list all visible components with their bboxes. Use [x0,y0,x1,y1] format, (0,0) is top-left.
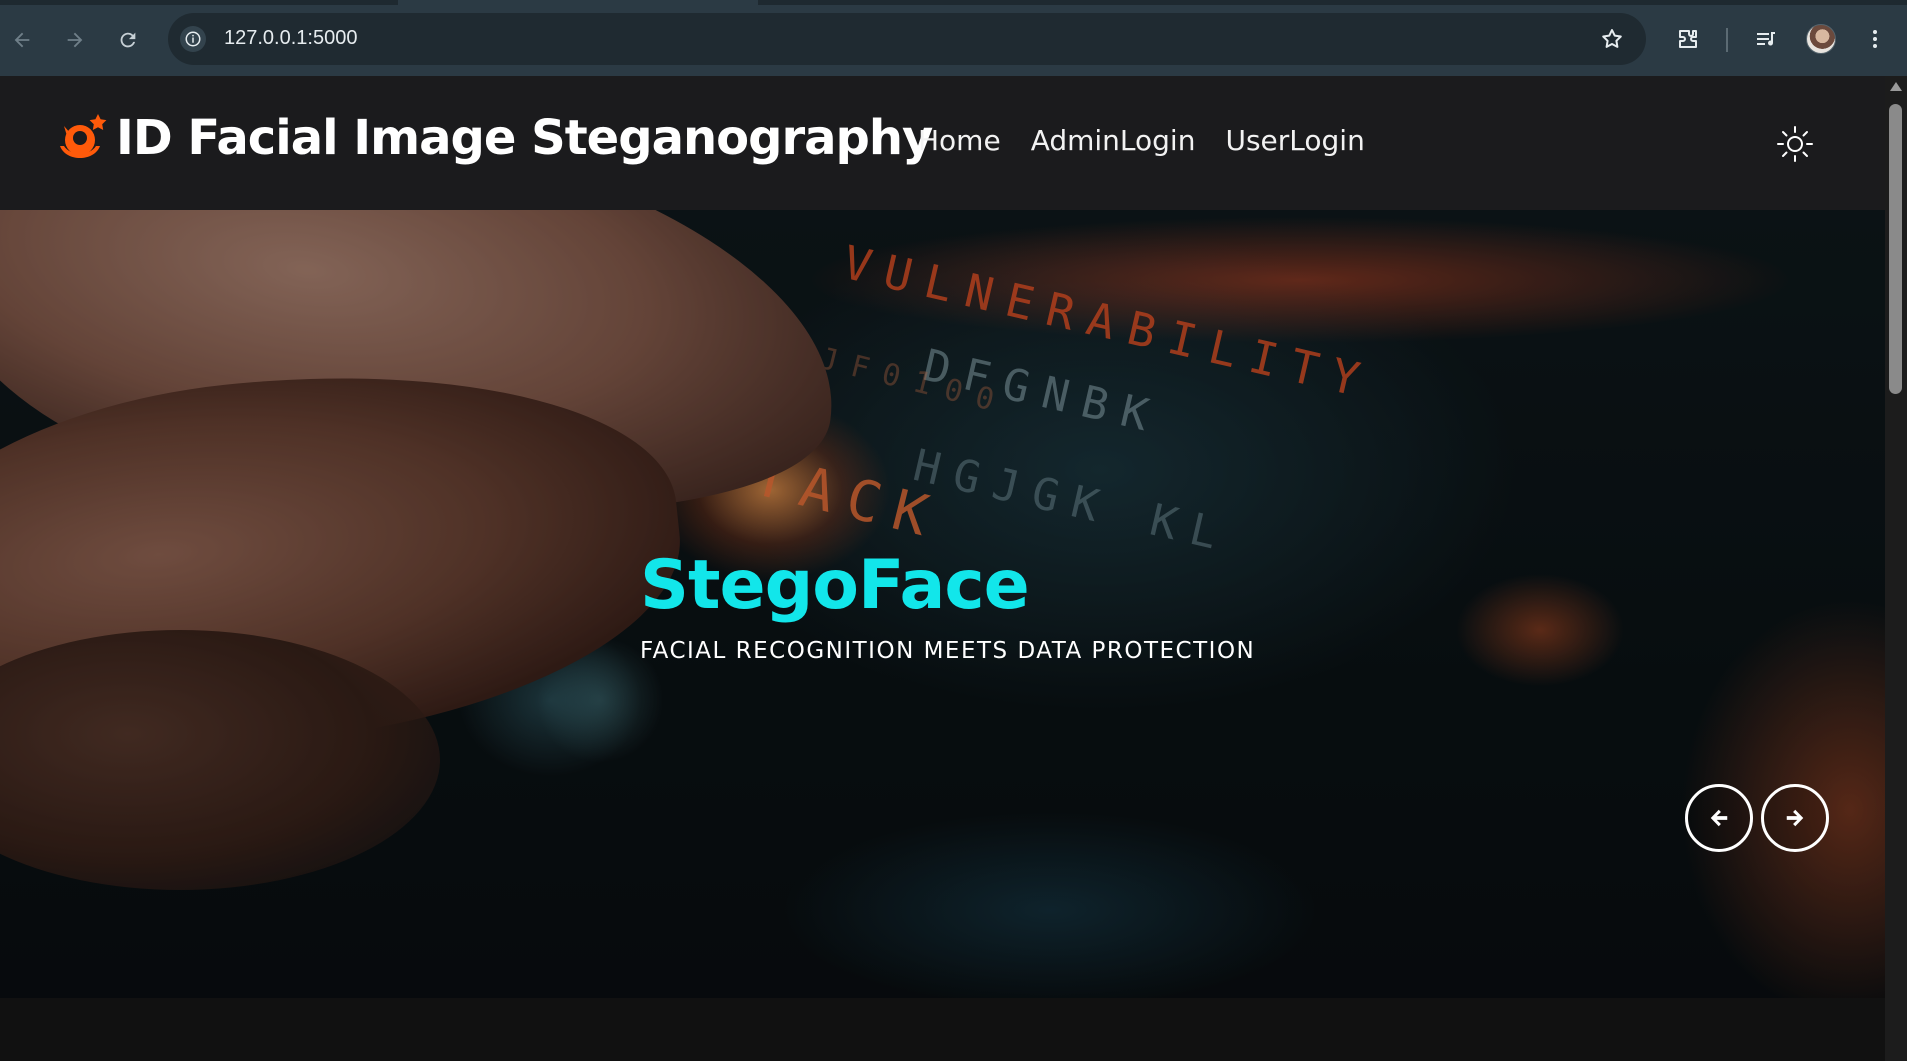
bookmark-button[interactable] [1600,27,1624,55]
site-header: ID Facial Image Steganography Home Admin… [0,76,1885,210]
arrow-right-icon [1786,809,1804,827]
site-info-icon [185,31,201,47]
kebab-menu-icon [1873,30,1877,48]
brand-title: ID Facial Image Steganography [116,110,933,166]
nav-adminlogin-link[interactable]: AdminLogin [1031,124,1196,157]
hero-subtitle: FACIAL RECOGNITION MEETS DATA PROTECTION [640,638,1256,664]
address-bar[interactable]: 127.0.0.1:5000 [168,13,1646,65]
forward-arrow-icon [67,32,83,48]
media-controls-button[interactable] [1749,22,1783,56]
arrow-left-icon [1710,809,1728,827]
forward-button[interactable] [57,22,93,58]
theme-toggle-button[interactable] [1775,124,1815,164]
face-star-logo-icon [60,114,107,158]
site-info-button[interactable] [180,26,206,52]
nav-userlogin-link[interactable]: UserLogin [1225,124,1364,157]
media-controls-icon [1757,32,1775,46]
main-nav: Home AdminLogin UserLogin [918,124,1365,157]
page-viewport: ID Facial Image Steganography Home Admin… [0,76,1885,1061]
brand[interactable]: ID Facial Image Steganography [58,110,933,166]
url-text[interactable]: 127.0.0.1:5000 [224,27,357,50]
browser-chrome: 127.0.0.1:5000 [0,0,1907,76]
carousel-next-button[interactable] [1761,784,1829,852]
hero-title: StegoFace [640,546,1030,625]
page-section-below [0,998,1885,1061]
tab-strip-edge [758,0,1907,5]
bookmark-star-icon [1602,29,1622,48]
carousel-prev-button[interactable] [1685,784,1753,852]
hero-carousel: VULNERABILITY DFGNBK HGJGK KL ATTACK 003… [0,210,1885,998]
extensions-icon [1679,30,1697,48]
reload-icon [120,32,136,48]
back-button[interactable] [4,22,40,58]
toolbar-divider [1726,28,1728,52]
extensions-button[interactable] [1671,22,1705,56]
page-scrollbar[interactable] [1885,76,1907,1061]
scroll-up-icon[interactable] [1890,82,1902,91]
reload-button[interactable] [110,22,146,58]
scrollbar-thumb[interactable] [1889,104,1902,394]
sun-icon [1777,126,1813,162]
back-arrow-icon [14,32,30,48]
profile-avatar[interactable] [1806,24,1836,54]
browser-menu-button[interactable] [1858,22,1892,56]
nav-home-link[interactable]: Home [918,124,1001,157]
tab-strip-edge [0,0,398,5]
